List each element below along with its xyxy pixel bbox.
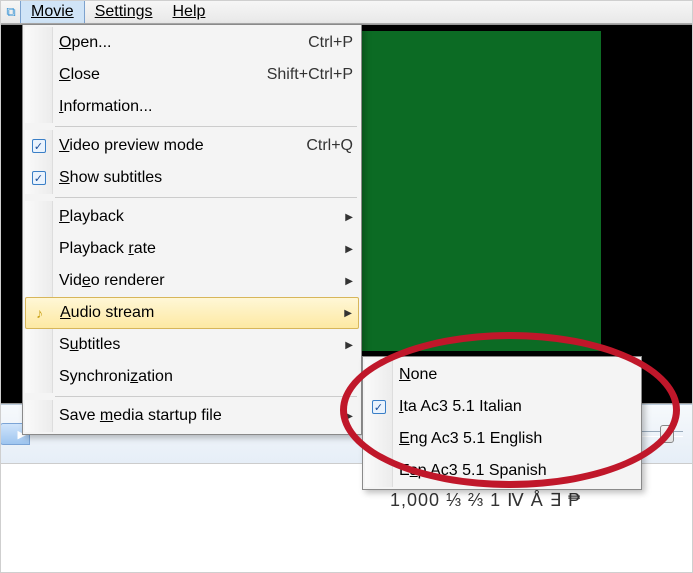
check-icon: ✓	[32, 171, 46, 185]
menu-item-label: Show subtitles	[59, 169, 353, 187]
submenu-item-label: None	[399, 366, 639, 384]
menu-item-playback[interactable]: Playback ▶	[25, 201, 359, 233]
submenu-arrow-icon: ▶	[344, 308, 352, 319]
menu-item-label: Video renderer	[59, 272, 337, 290]
app-icon: ⧉	[2, 0, 20, 23]
separator	[55, 396, 357, 397]
shortcut: Ctrl+P	[308, 34, 353, 52]
menu-item-label: Video preview mode	[59, 137, 296, 155]
menu-item-label: Playback	[59, 208, 337, 226]
menu-item-synchronization[interactable]: Synchronization	[25, 361, 359, 393]
submenu-item-italian[interactable]: ✓ Ita Ac3 5.1 Italian	[365, 391, 639, 423]
menu-item-label: Audio stream	[60, 304, 336, 322]
submenu-item-label: Ita Ac3 5.1 Italian	[399, 398, 639, 416]
submenu-item-spanish[interactable]: Esp Ac3 5.1 Spanish	[365, 455, 639, 487]
menu-item-save-media[interactable]: Save media startup file ▶	[25, 400, 359, 432]
menu-item-show-subtitles[interactable]: ✓ Show subtitles	[25, 162, 359, 194]
movie-menu: Open... Ctrl+P Close Shift+Ctrl+P Inform…	[22, 24, 362, 435]
submenu-arrow-icon: ▶	[345, 212, 353, 223]
separator	[55, 197, 357, 198]
menu-help[interactable]: Help	[163, 0, 216, 23]
menu-item-video-renderer[interactable]: Video renderer ▶	[25, 265, 359, 297]
separator	[55, 126, 357, 127]
submenu-arrow-icon: ▶	[345, 340, 353, 351]
menubar: ⧉ Movie Settings Help	[0, 0, 693, 24]
menu-settings[interactable]: Settings	[85, 0, 163, 23]
menu-item-label: Close	[59, 66, 257, 84]
menu-item-audio-stream[interactable]: ♪ Audio stream ▶	[25, 297, 359, 329]
check-icon: ✓	[372, 400, 386, 414]
shortcut: Shift+Ctrl+P	[267, 66, 353, 84]
menu-item-label: Synchronization	[59, 368, 353, 386]
music-note-icon: ♪	[36, 305, 43, 321]
shortcut: Ctrl+Q	[306, 137, 353, 155]
menu-item-label: Save media startup file	[59, 407, 337, 425]
menu-item-close[interactable]: Close Shift+Ctrl+P	[25, 59, 359, 91]
menu-item-open[interactable]: Open... Ctrl+P	[25, 27, 359, 59]
menu-item-label: Playback rate	[59, 240, 337, 258]
submenu-item-label: Eng Ac3 5.1 English	[399, 430, 639, 448]
menu-item-subtitles[interactable]: Subtitles ▶	[25, 329, 359, 361]
menu-item-playback-rate[interactable]: Playback rate ▶	[25, 233, 359, 265]
menu-item-label: Open...	[59, 34, 298, 52]
status-sample-text: 1,000 ⅓ ⅔ 1 Ⅳ Å ∃ ₱	[390, 490, 581, 511]
submenu-arrow-icon: ▶	[345, 276, 353, 287]
menu-item-label: Subtitles	[59, 336, 337, 354]
submenu-item-label: Esp Ac3 5.1 Spanish	[399, 462, 639, 480]
menu-movie[interactable]: Movie	[20, 0, 85, 23]
check-icon: ✓	[32, 139, 46, 153]
submenu-item-english[interactable]: Eng Ac3 5.1 English	[365, 423, 639, 455]
menu-item-label: Information...	[59, 98, 353, 116]
menu-item-video-preview[interactable]: ✓ Video preview mode Ctrl+Q	[25, 130, 359, 162]
seek-handle[interactable]	[660, 425, 674, 443]
submenu-arrow-icon: ▶	[345, 411, 353, 422]
submenu-arrow-icon: ▶	[345, 244, 353, 255]
submenu-item-none[interactable]: None	[365, 359, 639, 391]
menu-item-information[interactable]: Information...	[25, 91, 359, 123]
audio-stream-submenu: None ✓ Ita Ac3 5.1 Italian Eng Ac3 5.1 E…	[362, 356, 642, 490]
